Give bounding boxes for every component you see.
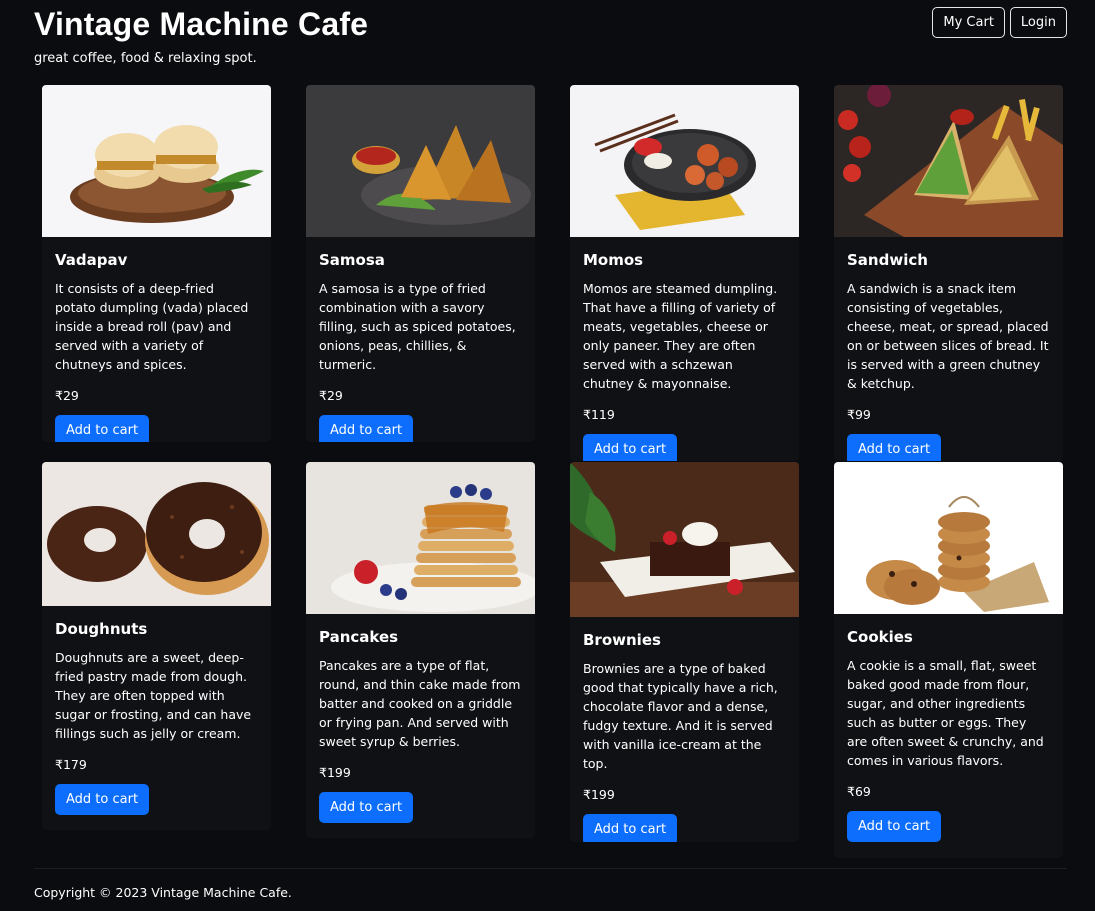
vadapav-image [42,85,271,237]
product-description: Brownies are a type of baked good that t… [583,661,778,771]
add-to-cart-button[interactable]: Add to cart [583,814,678,842]
product-description: It consists of a deep-fried potato dumpl… [55,281,249,372]
product-title: Pancakes [319,628,399,646]
product-card-vadapav: Vadapav It consists of a deep-fried pota… [42,85,271,442]
product-description: A sandwich is a snack item consisting of… [847,281,1049,391]
product-title: Sandwich [847,251,928,269]
product-card-momos: Momos Momos are steamed dumpling. That h… [570,85,799,461]
add-to-cart-button[interactable]: Add to cart [55,784,150,815]
site-tagline: great coffee, food & relaxing spot. [34,51,257,66]
product-title: Vadapav [55,251,128,269]
product-price: ₹99 [847,407,871,422]
product-price: ₹199 [319,765,351,780]
sandwich-image [834,85,1063,237]
brownies-image [570,462,799,617]
header-actions: My Cart Login [932,7,1067,38]
product-card-doughnuts: Doughnuts Doughnuts are a sweet, deep-fr… [42,462,271,830]
product-title: Momos [583,251,644,269]
product-card-pancakes: Pancakes Pancakes are a type of flat, ro… [306,462,535,838]
add-to-cart-button[interactable]: Add to cart [319,415,414,442]
product-title: Cookies [847,628,913,646]
momos-image [570,85,799,237]
add-to-cart-button[interactable]: Add to cart [55,415,150,442]
product-price: ₹69 [847,784,871,799]
login-button[interactable]: Login [1009,7,1067,38]
add-to-cart-button[interactable]: Add to cart [847,811,942,842]
product-description: Pancakes are a type of flat, round, and … [319,658,521,749]
product-price: ₹29 [55,388,79,403]
product-card-brownies: Brownies Brownies are a type of baked go… [570,462,799,842]
product-title: Samosa [319,251,385,269]
product-price: ₹179 [55,757,87,772]
add-to-cart-button[interactable]: Add to cart [319,792,414,823]
samosa-image [306,85,535,237]
product-price: ₹29 [319,388,343,403]
product-price: ₹199 [583,787,615,802]
add-to-cart-button[interactable]: Add to cart [847,434,942,461]
product-description: Doughnuts are a sweet, deep-fried pastry… [55,650,252,741]
product-price: ₹119 [583,407,615,422]
doughnuts-image [42,462,271,606]
cookies-image [834,462,1063,614]
product-description: A samosa is a type of fried combination … [319,281,516,372]
footer-divider [34,868,1067,869]
product-title: Doughnuts [55,620,148,638]
product-card-samosa: Samosa A samosa is a type of fried combi… [306,85,535,442]
pancakes-image [306,462,535,614]
product-description: A cookie is a small, flat, sweet baked g… [847,658,1044,768]
product-description: Momos are steamed dumpling. That have a … [583,281,778,391]
site-title: Vintage Machine Cafe [34,6,369,42]
product-title: Brownies [583,631,661,649]
add-to-cart-button[interactable]: Add to cart [583,434,678,461]
site-header: Vintage Machine Cafe great coffee, food … [34,6,368,66]
product-card-sandwich: Sandwich A sandwich is a snack item cons… [834,85,1063,461]
product-card-cookies: Cookies A cookie is a small, flat, sweet… [834,462,1063,858]
my-cart-button[interactable]: My Cart [932,7,1005,38]
footer-copyright: Copyright © 2023 Vintage Machine Cafe. [34,885,292,900]
